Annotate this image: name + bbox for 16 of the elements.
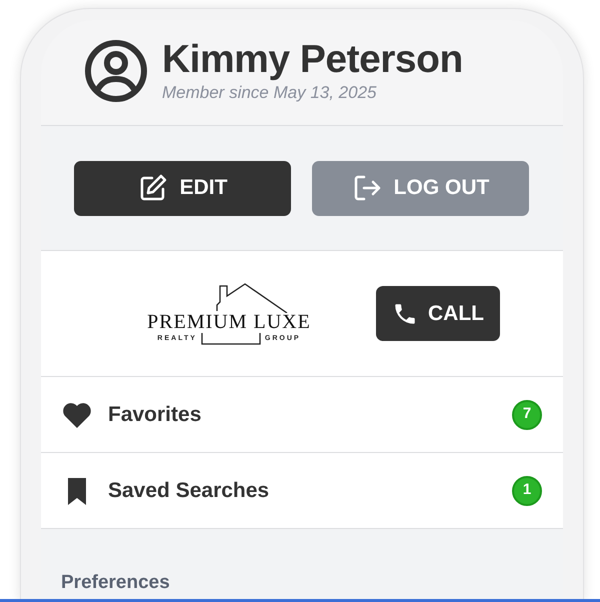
house-roof-icon — [216, 282, 288, 312]
profile-name: Kimmy Peterson — [162, 38, 463, 82]
logo-title: PREMIUM LUXE — [147, 310, 311, 332]
edit-button[interactable]: EDIT — [74, 160, 291, 216]
bracket-line-icon — [200, 332, 261, 344]
member-since-text: Member since May 13, 2025 — [162, 82, 378, 104]
count-badge: 7 — [512, 400, 542, 430]
menu-label: Saved Searches — [108, 478, 270, 504]
section-heading: Preferences — [61, 572, 170, 593]
menu-row[interactable]: Saved Searches 1 — [41, 453, 563, 529]
menu-row[interactable]: Favorites 7 — [41, 377, 563, 453]
count-badge: 1 — [512, 476, 542, 506]
user-avatar-icon — [84, 38, 148, 102]
heart-icon — [62, 400, 92, 428]
call-button[interactable]: CALL — [376, 286, 500, 341]
menu-label: Favorites — [108, 402, 202, 428]
